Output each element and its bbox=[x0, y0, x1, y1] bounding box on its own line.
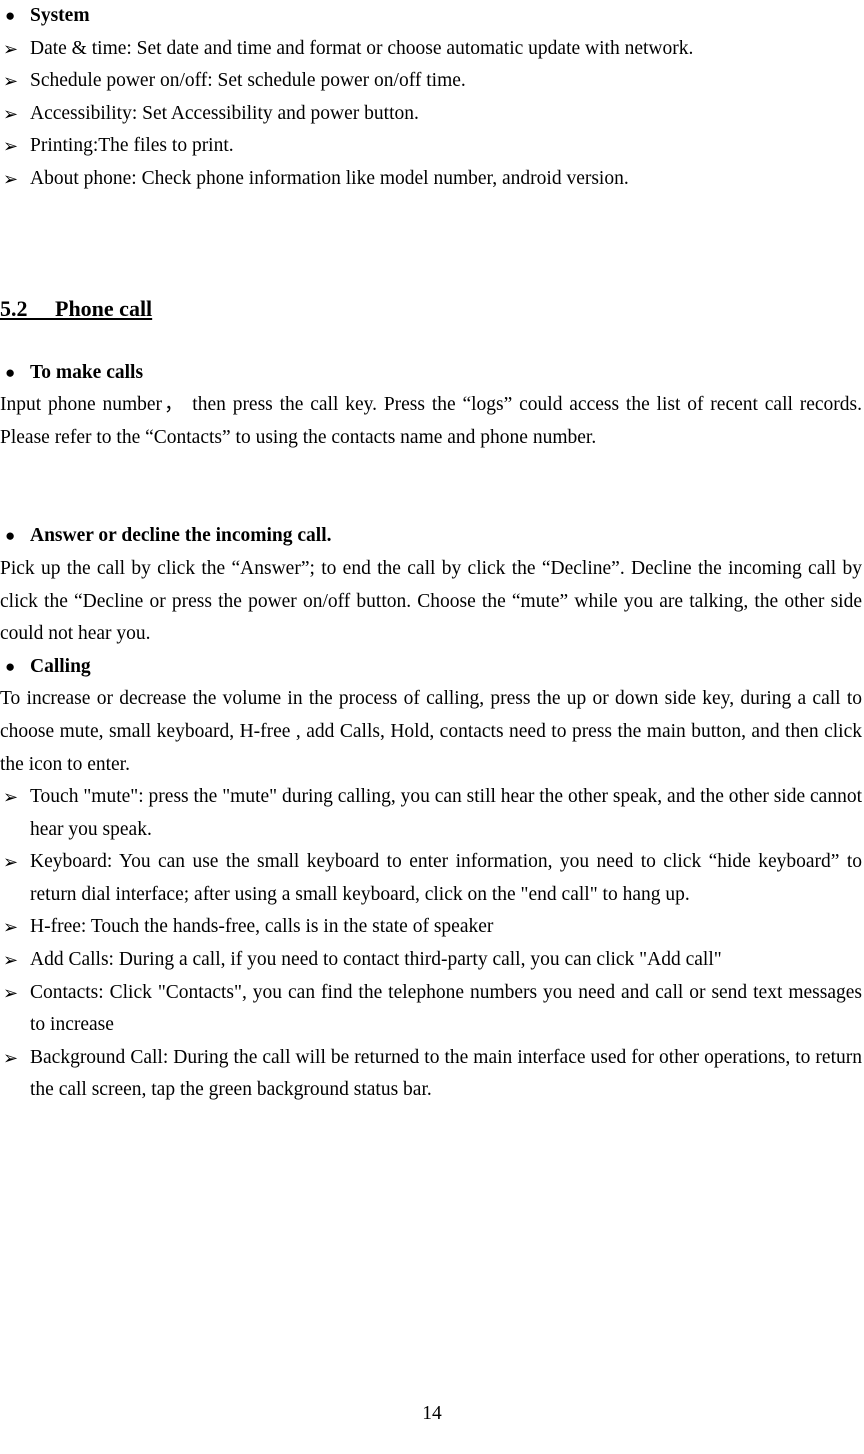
list-item-label: H-free: Touch the hands-free, calls is i… bbox=[30, 916, 494, 938]
section-heading-row: 5.2 Phone call bbox=[0, 294, 864, 324]
list-item-h-free: ➢ H-free: Touch the hands-free, calls is… bbox=[0, 911, 864, 944]
arrow-bullet-icon: ➢ bbox=[3, 38, 19, 59]
list-item-label: Touch "mute": press the "mute" during ca… bbox=[30, 786, 862, 840]
arrow-bullet-icon: ➢ bbox=[3, 982, 19, 1003]
list-item-label: About phone: Check phone information lik… bbox=[30, 167, 629, 189]
arrow-bullet-icon: ➢ bbox=[3, 103, 19, 124]
list-item-about-phone: ➢ About phone: Check phone information l… bbox=[0, 163, 864, 196]
list-item-label: Keyboard: You can use the small keyboard… bbox=[30, 851, 862, 905]
arrow-bullet-icon: ➢ bbox=[3, 168, 19, 189]
list-item-label: Contacts: Click "Contacts", you can find… bbox=[30, 981, 862, 1036]
list-item-label: Printing:The files to print. bbox=[30, 135, 234, 157]
list-item-printing: ➢ Printing:The files to print. bbox=[0, 130, 864, 163]
list-item-schedule-power: ➢ Schedule power on/off: Set schedule po… bbox=[0, 65, 864, 98]
heading-gap bbox=[0, 324, 864, 357]
paragraph-answer-decline: Pick up the call by click the “Answer”; … bbox=[0, 557, 862, 645]
list-item-label: Accessibility: Set Accessibility and pow… bbox=[30, 102, 419, 124]
disc-bullet-icon: ● bbox=[5, 526, 16, 546]
bullet-heading-label: System bbox=[30, 5, 90, 26]
bullet-heading-answer-decline: ● Answer or decline the incoming call. bbox=[0, 520, 864, 553]
list-item-background-call: ➢ Background Call: During the call will … bbox=[0, 1042, 864, 1107]
list-item-touch-mute: ➢ Touch "mute": press the "mute" during … bbox=[0, 781, 864, 846]
paragraph-calling: To increase or decrease the volume in th… bbox=[0, 688, 862, 775]
bullet-heading-to-make-calls: ● To make calls bbox=[0, 357, 864, 390]
page-content: ● System ➢ Date & time: Set date and tim… bbox=[0, 0, 864, 1107]
list-item-label: Date & time: Set date and time and forma… bbox=[30, 37, 694, 59]
arrow-bullet-icon: ➢ bbox=[3, 1047, 19, 1068]
list-item-label: Background Call: During the call will be… bbox=[30, 1046, 862, 1101]
page-number: 14 bbox=[422, 1403, 442, 1424]
list-item-label: Schedule power on/off: Set schedule powe… bbox=[30, 70, 466, 92]
bullet-heading-system: ● System bbox=[0, 0, 864, 33]
bullet-heading-label: Answer or decline the incoming call. bbox=[30, 525, 332, 547]
list-item-accessibility: ➢ Accessibility: Set Accessibility and p… bbox=[0, 98, 864, 131]
paragraph-make-calls: Input phone number， then press the call … bbox=[0, 394, 862, 448]
list-item-add-calls: ➢ Add Calls: During a call, if you need … bbox=[0, 944, 864, 977]
arrow-bullet-icon: ➢ bbox=[3, 852, 19, 873]
arrow-bullet-icon: ➢ bbox=[3, 71, 19, 92]
arrow-bullet-icon: ➢ bbox=[3, 787, 19, 808]
arrow-bullet-icon: ➢ bbox=[3, 136, 19, 157]
disc-bullet-icon: ● bbox=[5, 362, 16, 382]
disc-bullet-icon: ● bbox=[5, 6, 16, 25]
page-title: 5.2 Phone call bbox=[0, 295, 153, 321]
document-page: ● System ➢ Date & time: Set date and tim… bbox=[0, 0, 864, 1454]
arrow-bullet-icon: ➢ bbox=[3, 917, 19, 938]
list-item-date-time: ➢ Date & time: Set date and time and for… bbox=[0, 33, 864, 66]
bullet-heading-label: Calling bbox=[30, 655, 91, 677]
disc-bullet-icon: ● bbox=[5, 656, 16, 676]
bullet-heading-label: To make calls bbox=[30, 361, 144, 383]
arrow-bullet-icon: ➢ bbox=[3, 950, 19, 971]
list-item-contacts: ➢ Contacts: Click "Contacts", you can fi… bbox=[0, 977, 864, 1042]
list-item-label: Add Calls: During a call, if you need to… bbox=[30, 949, 722, 971]
list-item-keyboard: ➢ Keyboard: You can use the small keyboa… bbox=[0, 846, 864, 911]
bullet-heading-calling: ● Calling bbox=[0, 651, 864, 684]
